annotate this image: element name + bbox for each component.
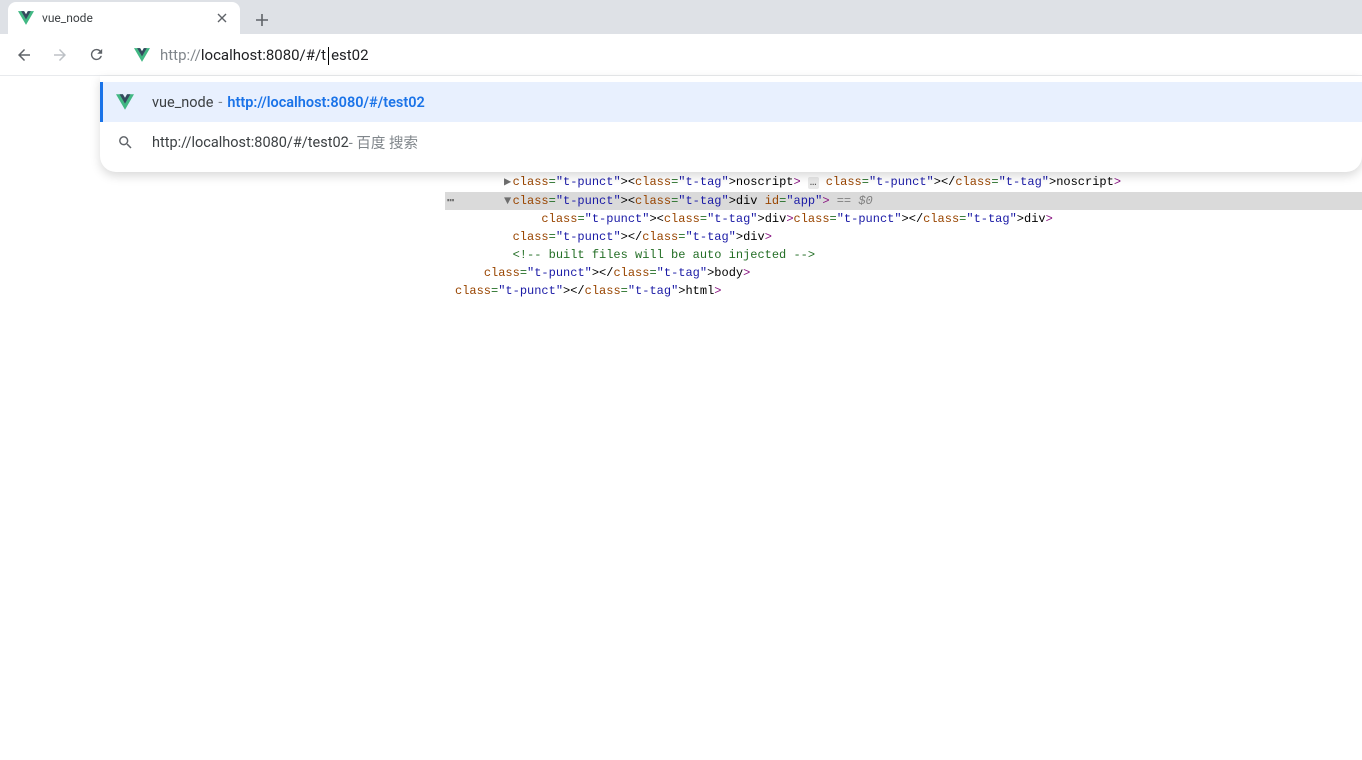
code-line[interactable]: <!-- built files will be auto injected -… [445,246,1362,264]
reload-button[interactable] [80,39,112,71]
text-cursor-icon [328,47,329,65]
address-bar[interactable]: http://localhost:8080/#/test02 [124,40,1354,70]
new-tab-button[interactable] [248,6,276,34]
suggestion-text: http://localhost:8080/#/test02 - 百度 搜索 [152,132,418,153]
code-line[interactable]: class="t-punct"></class="t-tag">body> [445,264,1362,282]
close-icon[interactable] [214,10,230,26]
browser-toolbar: http://localhost:8080/#/test02 [0,34,1362,76]
devtools-elements-tree[interactable]: ▼class="t-punct"><class="t-tag">body> ▶c… [445,155,1362,760]
address-bar-text: http://localhost:8080/#/test02 [160,46,1344,64]
suggestion-row-history[interactable]: vue_node - http://localhost:8080/#/test0… [100,82,1362,122]
suggestion-text: vue_node - http://localhost:8080/#/test0… [152,94,425,111]
browser-tab-active[interactable]: vue_node [8,2,240,34]
code-line[interactable]: class="t-punct"><class="t-tag">div>class… [445,210,1362,228]
forward-button[interactable] [44,39,76,71]
tab-title: vue_node [42,11,206,25]
code-line[interactable]: class="t-punct"></class="t-tag">html> [445,282,1362,300]
search-icon [116,133,134,151]
suggestion-row-search[interactable]: http://localhost:8080/#/test02 - 百度 搜索 [100,122,1362,162]
vue-icon [116,93,134,111]
browser-tab-strip: vue_node [0,0,1362,34]
back-button[interactable] [8,39,40,71]
vue-icon [134,47,150,63]
omnibox-suggestions-dropdown: vue_node - http://localhost:8080/#/test0… [100,76,1362,172]
code-line[interactable]: class="t-punct"></class="t-tag">div> [445,228,1362,246]
code-line[interactable]: ⋯ ▼class="t-punct"><class="t-tag">div id… [445,192,1362,210]
vue-icon [18,10,34,26]
code-line[interactable]: ▶class="t-punct"><class="t-tag">noscript… [445,173,1362,192]
